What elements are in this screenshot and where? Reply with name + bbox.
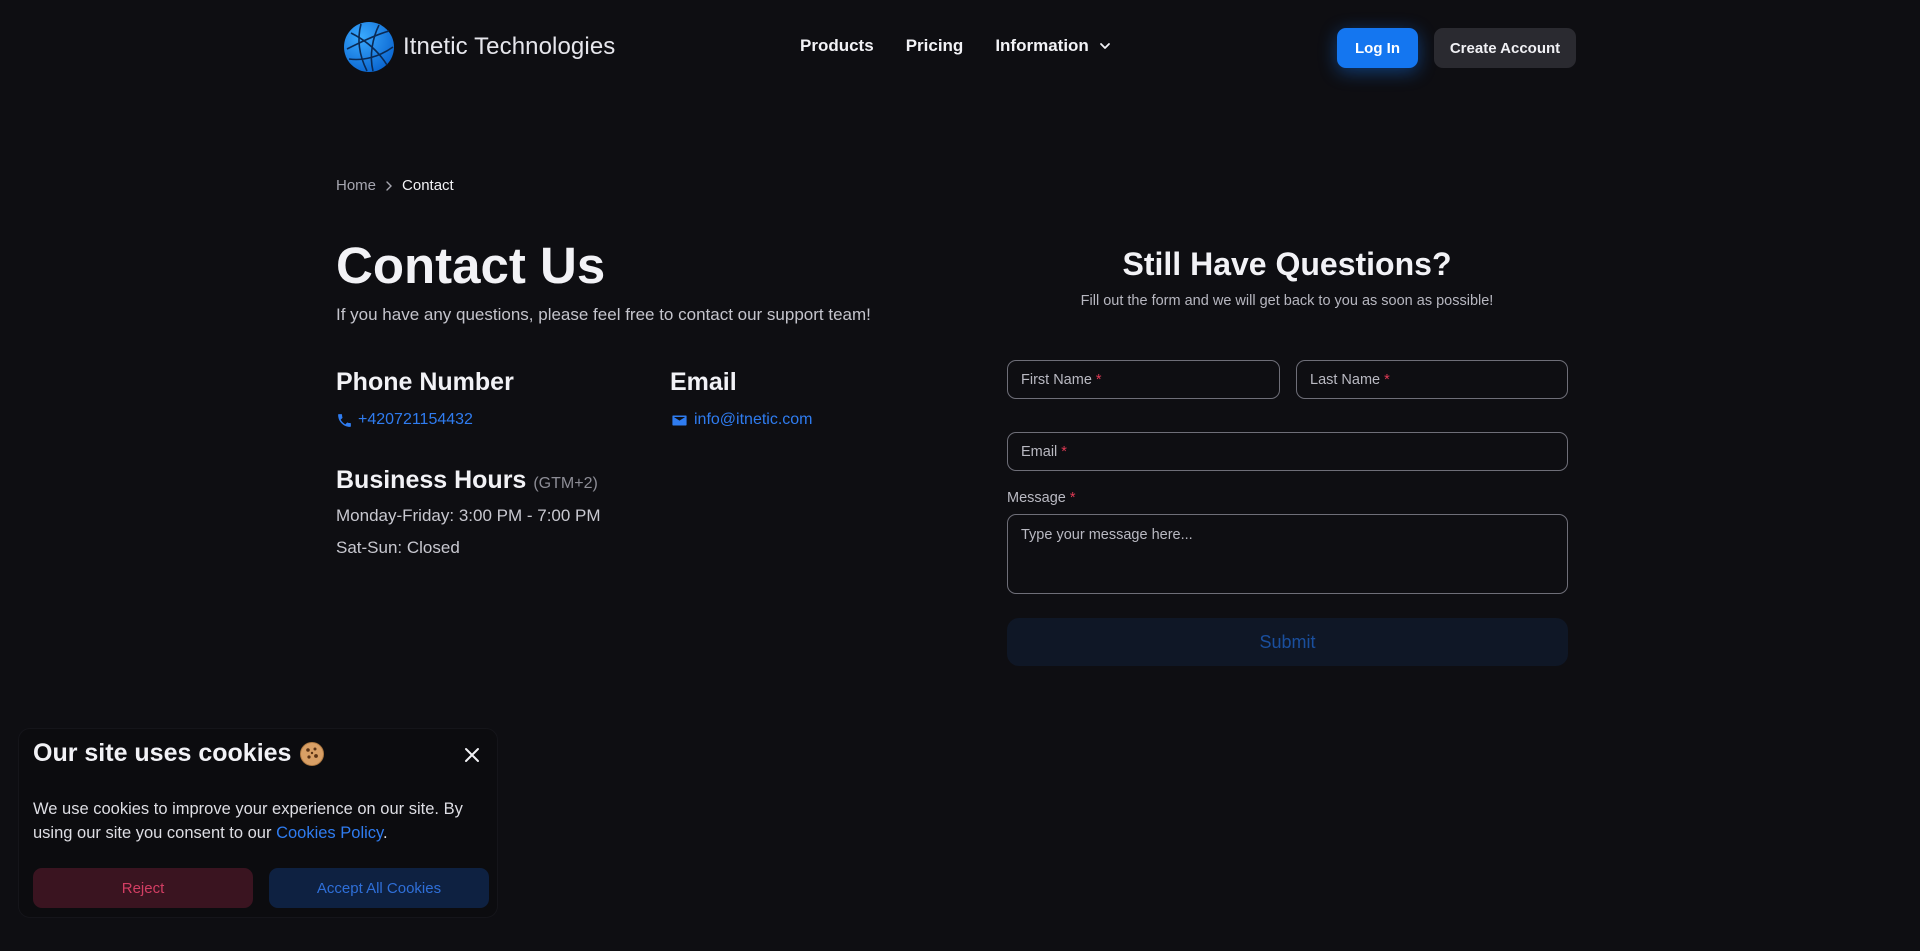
cookie-text: We use cookies to improve your experienc… (33, 797, 493, 845)
required-mark: * (1061, 443, 1067, 460)
reject-cookies-button[interactable]: Reject (33, 868, 253, 908)
brand-name: Itnetic Technologies (403, 33, 616, 60)
phone-icon (338, 413, 351, 427)
breadcrumb: Home Contact (336, 177, 454, 194)
nav-item-information[interactable]: Information (995, 36, 1111, 56)
cookie-title: Our site uses cookies (33, 739, 325, 768)
cookie-text-body: We use cookies to improve your experienc… (33, 800, 463, 842)
cookie-text-end: . (383, 824, 388, 842)
submit-button[interactable]: Submit (1007, 618, 1568, 666)
email-heading: Email (670, 368, 737, 396)
message-textarea[interactable]: Type your message here... (1007, 514, 1568, 594)
close-icon[interactable] (463, 746, 481, 764)
email-link[interactable]: info@itnetic.com (671, 411, 813, 429)
first-name-field[interactable]: First Name * (1007, 360, 1280, 399)
breadcrumb-home[interactable]: Home (336, 177, 376, 194)
cookie-icon (300, 741, 325, 766)
nav-item-information-label: Information (995, 36, 1089, 55)
required-mark: * (1384, 371, 1390, 388)
breadcrumb-current: Contact (402, 177, 454, 194)
chevron-right-icon (386, 180, 393, 191)
hours-weekday: Monday-Friday: 3:00 PM - 7:00 PM (336, 506, 601, 525)
message-label-text: Message (1007, 490, 1066, 506)
phone-number: +420721154432 (358, 411, 473, 428)
phone-link[interactable]: +420721154432 (336, 411, 473, 429)
business-hours-heading: Business Hours (GTM+2) (336, 466, 598, 495)
cookie-banner: Our site uses cookies We use cookies to … (18, 728, 498, 918)
brand-logo[interactable]: Itnetic Technologies (343, 21, 615, 73)
last-name-placeholder: Last Name (1310, 371, 1381, 388)
message-placeholder: Type your message here... (1021, 527, 1193, 543)
first-name-placeholder: First Name (1021, 371, 1092, 388)
email-address: info@itnetic.com (694, 411, 813, 428)
nav-item-products[interactable]: Products (800, 36, 874, 56)
main-nav: Products Pricing Information (800, 36, 1111, 56)
login-button[interactable]: Log In (1337, 28, 1418, 68)
hours-weekend: Sat-Sun: Closed (336, 538, 460, 557)
email-placeholder: Email (1021, 443, 1058, 460)
nav-item-pricing[interactable]: Pricing (906, 36, 964, 56)
form-subtitle: Fill out the form and we will get back t… (1080, 293, 1494, 309)
mail-icon (672, 415, 687, 425)
phone-heading: Phone Number (336, 368, 514, 396)
create-account-button[interactable]: Create Account (1434, 28, 1576, 68)
cookies-policy-link[interactable]: Cookies Policy (276, 824, 383, 842)
accept-cookies-button[interactable]: Accept All Cookies (269, 868, 489, 908)
page-subtitle: If you have any questions, please feel f… (336, 305, 871, 324)
required-mark: * (1095, 371, 1102, 388)
message-label: Message * (1007, 490, 1076, 506)
form-title: Still Have Questions? (1122, 246, 1452, 282)
globe-logo-icon (344, 22, 394, 72)
last-name-field[interactable]: Last Name * (1296, 360, 1568, 399)
required-mark: * (1069, 490, 1076, 506)
chevron-down-icon (1099, 43, 1110, 49)
header: Itnetic Technologies Products Pricing In… (0, 0, 1920, 96)
cookie-title-text: Our site uses cookies (33, 739, 292, 767)
email-field[interactable]: Email * (1007, 432, 1568, 471)
page-title: Contact Us (336, 237, 606, 294)
timezone-label: (GTM+2) (533, 475, 598, 492)
business-hours-label: Business Hours (336, 466, 527, 494)
